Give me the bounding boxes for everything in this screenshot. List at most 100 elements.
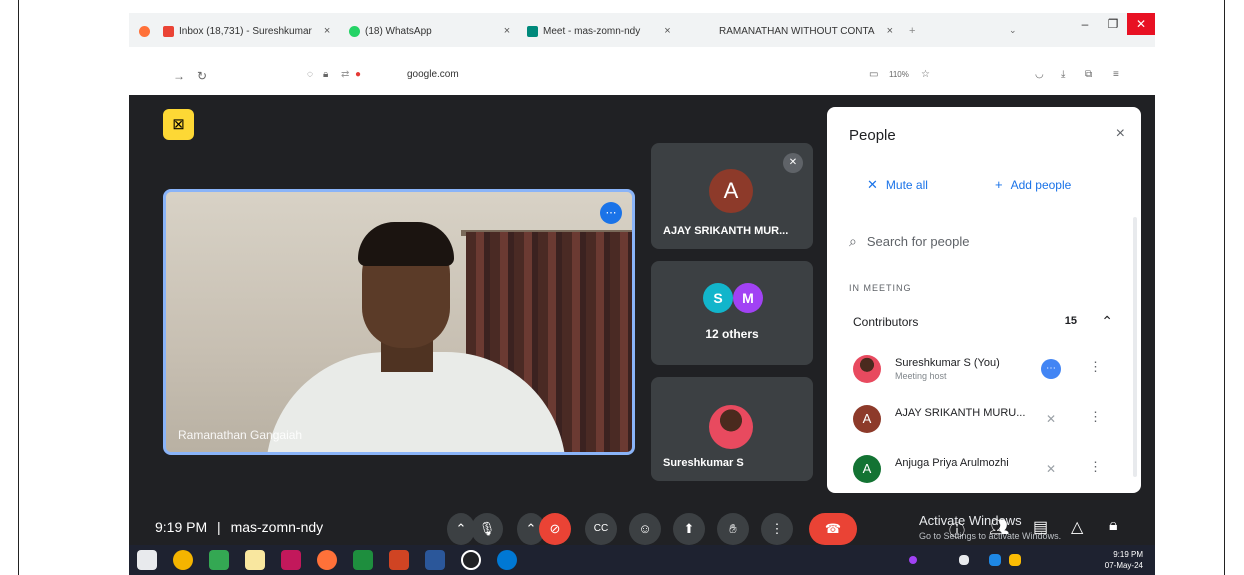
raise-hand-button[interactable]: ✋︎ [717, 513, 749, 545]
meeting-details-icon[interactable]: ⓘ [949, 517, 965, 541]
host-controls-icon[interactable]: 🔒︎ [1109, 517, 1118, 535]
more-options-button[interactable]: ⋮ [761, 513, 793, 545]
group-label: Contributors [853, 315, 919, 329]
powerpoint-icon[interactable] [389, 550, 409, 570]
minimize-button[interactable]: – [1071, 13, 1099, 35]
tab-close-icon[interactable]: × [664, 25, 670, 37]
lock-icon[interactable]: 🔒︎ [323, 69, 328, 80]
present-screen-button[interactable]: ⬆ [673, 513, 705, 545]
others-tile[interactable]: S M 12 others [651, 261, 813, 365]
zoom-level[interactable]: 110% [889, 70, 909, 79]
people-icon[interactable]: 👥︎ [989, 517, 1009, 537]
forward-icon[interactable]: → [173, 69, 185, 83]
chevron-up-icon[interactable]: ⌃ [1101, 313, 1113, 330]
reload-icon[interactable]: ↻ [197, 69, 207, 83]
restore-button[interactable]: ❐ [1099, 13, 1127, 35]
close-icon[interactable]: × [1116, 125, 1125, 143]
tray-icon[interactable] [1009, 554, 1021, 566]
captions-button[interactable]: CC [585, 513, 617, 545]
tab-meet[interactable]: Meet - mas-zomn-ndy × [527, 21, 671, 41]
separator: | [217, 519, 221, 535]
windows-taskbar: 9:19 PM 07-May-24 [129, 545, 1155, 575]
more-options-icon[interactable]: ⋮ [1089, 409, 1102, 425]
tray-icon[interactable] [959, 555, 969, 565]
speaking-icon: ⋯ [1041, 359, 1061, 379]
url-domain[interactable]: google.com [407, 69, 459, 80]
taskbar-clock[interactable]: 9:19 PM 07-May-24 [1105, 549, 1143, 571]
panel-scrollbar[interactable] [1133, 217, 1137, 477]
shield-icon[interactable]: ◌ [307, 69, 313, 80]
gmail-icon [163, 25, 174, 37]
edge-icon[interactable] [497, 550, 517, 570]
browser-tab-bar: Inbox (18,731) - Sureshkumar × (18) What… [129, 13, 1155, 47]
emoji-reaction-button[interactable]: ☺ [629, 513, 661, 545]
camera-off-icon: ⊠ [163, 109, 194, 140]
panel-title: People [849, 127, 896, 144]
participant-row[interactable]: A AJAY SRIKANTH MURU... ✕ ⋮ [853, 399, 1113, 439]
search-placeholder: Search for people [866, 234, 970, 249]
participant-row[interactable]: Sureshkumar S (You) Meeting host ⋯ ⋮ [853, 349, 1113, 389]
mute-all-label: Mute all [885, 178, 928, 192]
tab-gmail[interactable]: Inbox (18,731) - Sureshkumar × [163, 21, 330, 41]
meeting-info: 9:19 PM | mas-zomn-ndy [155, 519, 323, 535]
file-explorer-icon[interactable] [245, 550, 265, 570]
word-icon[interactable] [425, 550, 445, 570]
tab-close-icon[interactable]: × [887, 25, 893, 37]
participant-row[interactable]: A Anjuga Priya Arulmozhi ✕ ⋮ [853, 449, 1113, 489]
microphone-indicator-icon[interactable]: ● [355, 69, 361, 80]
tab-close-icon[interactable]: × [324, 25, 330, 37]
participant-tile[interactable]: ✕ A AJAY SRIKANTH MUR... [651, 143, 813, 249]
contributors-group-header[interactable]: Contributors 15 ⌃ [853, 313, 1113, 330]
participant-name: Sureshkumar S [663, 457, 744, 469]
new-tab-button[interactable]: + [909, 25, 915, 37]
menu-icon[interactable]: ≡ [1113, 69, 1119, 80]
mute-all-button[interactable]: ✕ Mute all [867, 177, 928, 193]
app-icon[interactable] [281, 550, 301, 570]
excel-icon[interactable] [353, 550, 373, 570]
meet-stage: ⊠ ⋯ Ramanathan Gangaiah ✕ A AJAY SRIKANT… [129, 95, 1155, 575]
downloads-icon[interactable]: ⤓ [1061, 69, 1065, 80]
tab-close-icon[interactable]: × [504, 25, 510, 37]
avatar: A [709, 169, 753, 213]
more-options-icon[interactable]: ⋮ [1089, 459, 1102, 475]
participant-role: Meeting host [895, 371, 947, 381]
microphone-button[interactable]: 🎙︎ [471, 513, 503, 545]
participant-name: Sureshkumar S (You) [895, 357, 1000, 369]
tab-list-chevron-icon[interactable]: ⌄ [1009, 25, 1017, 36]
tray-icon[interactable] [989, 554, 1001, 566]
clock-time: 9:19 PM [1113, 550, 1143, 559]
mic-off-icon: ✕ [867, 177, 878, 192]
firefox-icon[interactable] [317, 550, 337, 570]
mic-off-icon: ✕ [1045, 462, 1057, 476]
close-window-button[interactable]: ✕ [1127, 13, 1155, 35]
store-icon[interactable] [209, 550, 229, 570]
activities-icon[interactable]: △ [1071, 517, 1083, 537]
avatar [709, 405, 753, 449]
pocket-icon[interactable]: ◡ [1035, 69, 1044, 80]
meet-icon [527, 25, 538, 37]
reader-view-icon[interactable]: ▭ [869, 69, 878, 80]
bookmark-star-icon[interactable]: ☆ [921, 69, 930, 80]
search-input[interactable]: ⌕ Search for people [849, 233, 969, 250]
clock-date: 07-May-24 [1104, 561, 1143, 570]
add-people-button[interactable]: + Add people [995, 177, 1071, 192]
participant-name: AJAY SRIKANTH MUR... [663, 225, 789, 237]
leave-call-button[interactable]: ☎ [809, 513, 857, 545]
others-count-label: 12 others [705, 327, 759, 341]
cortana-icon[interactable] [461, 550, 481, 570]
permissions-icon[interactable]: ⇄ [341, 69, 349, 80]
tab-title: Meet - mas-zomn-ndy [543, 25, 641, 37]
chrome-icon[interactable] [173, 550, 193, 570]
chat-icon[interactable]: ▤ [1033, 517, 1048, 537]
tray-icon[interactable] [909, 556, 917, 564]
more-options-icon[interactable]: ⋮ [1089, 359, 1102, 375]
add-people-label: Add people [1010, 177, 1072, 192]
tab-document[interactable]: RAMANATHAN WITHOUT CONTA × + [719, 21, 915, 41]
tab-whatsapp[interactable]: (18) WhatsApp × [349, 21, 510, 41]
participant-tile[interactable]: Sureshkumar S [651, 377, 813, 481]
windows-start-icon[interactable] [137, 550, 157, 570]
participant-name: AJAY SRIKANTH MURU... [895, 407, 1026, 419]
camera-off-button[interactable]: ⊘ [539, 513, 571, 545]
extensions-icon[interactable]: ⧉ [1085, 69, 1092, 80]
main-video-tile[interactable]: ⋯ Ramanathan Gangaiah [163, 189, 635, 455]
